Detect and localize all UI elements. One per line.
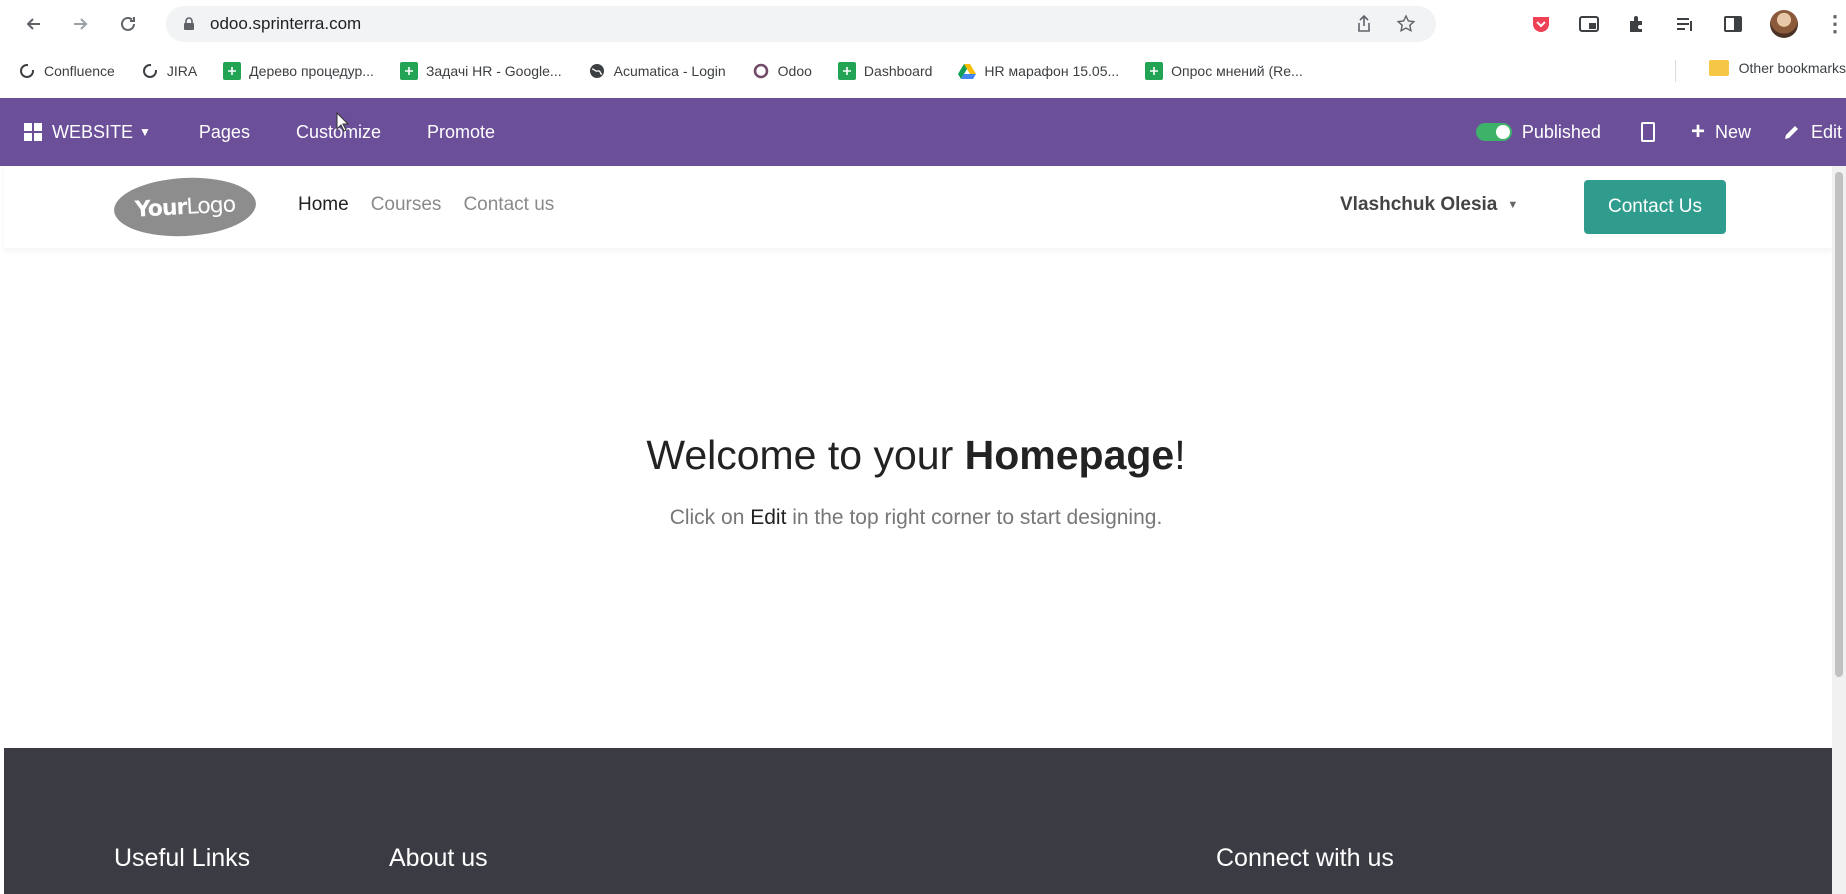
- confluence-icon: [18, 62, 36, 80]
- drive-icon: [958, 62, 977, 80]
- sheets-icon: [1145, 62, 1164, 80]
- published-toggle[interactable]: Published: [1475, 122, 1601, 143]
- odoo-admin-bar: WEBSITE ▼ Pages Customize Promote Publis…: [0, 98, 1846, 166]
- odoo-icon: [752, 62, 770, 80]
- other-bookmarks[interactable]: Other bookmarks: [1708, 60, 1846, 76]
- user-name: Vlashchuk Olesia: [1340, 194, 1498, 215]
- star-icon[interactable]: [1396, 14, 1416, 34]
- sheets-icon: [399, 62, 418, 80]
- contact-us-button[interactable]: Contact Us: [1584, 180, 1726, 234]
- bookmark-hr-marathon[interactable]: HR марафон 15.05...: [958, 62, 1119, 80]
- nav-contact-us[interactable]: Contact us: [463, 194, 554, 216]
- nav-courses[interactable]: Courses: [371, 194, 442, 216]
- site-logo[interactable]: Your Logo: [112, 174, 258, 240]
- bookmark-procedures-tree[interactable]: Дерево процедур...: [223, 62, 374, 80]
- website-app-menu[interactable]: WEBSITE ▼: [0, 122, 151, 143]
- kebab-menu-icon[interactable]: ⋮: [1824, 11, 1846, 37]
- footer-connect-with-us: Connect with us: [1216, 844, 1394, 872]
- plus-icon: +: [1690, 118, 1705, 145]
- mouse-cursor-icon: [336, 112, 350, 132]
- scrollbar-thumb[interactable]: [1835, 172, 1843, 677]
- site-header: Your Logo Home Courses Contact us Vlashch…: [4, 166, 1832, 248]
- jira-icon: [141, 62, 159, 80]
- footer-useful-links: Useful Links: [114, 844, 251, 872]
- side-panel-icon[interactable]: [1722, 13, 1744, 35]
- profile-avatar[interactable]: [1770, 10, 1798, 38]
- back-button[interactable]: [16, 6, 52, 42]
- bookmark-acumatica[interactable]: Acumatica - Login: [588, 62, 726, 80]
- share-icon[interactable]: [1354, 14, 1374, 34]
- user-menu[interactable]: Vlashchuk Olesia ▼: [1340, 194, 1518, 216]
- bookmarks-bar: Confluence JIRA Дерево процедур... Задач…: [0, 48, 1846, 94]
- arrow-right-icon: [74, 18, 88, 30]
- bookmark-jira[interactable]: JIRA: [141, 62, 197, 80]
- bookmark-confluence[interactable]: Confluence: [18, 62, 115, 80]
- reload-button[interactable]: [110, 6, 146, 42]
- reload-icon: [121, 16, 135, 31]
- bookmark-opinion-survey[interactable]: Опрос мнений (Re...: [1145, 62, 1303, 80]
- pencil-icon: [1784, 126, 1798, 139]
- mobile-preview-button[interactable]: [1601, 122, 1691, 142]
- site-nav: Home Courses Contact us: [298, 194, 554, 216]
- puzzle-icon[interactable]: [1626, 13, 1648, 35]
- pocket-icon[interactable]: [1530, 13, 1552, 35]
- bookmark-dashboard[interactable]: Dashboard: [837, 62, 932, 80]
- sheets-icon: [837, 62, 856, 80]
- picture-in-picture-icon[interactable]: [1578, 13, 1600, 35]
- bookmark-odoo[interactable]: Odoo: [752, 62, 812, 80]
- caret-down-icon: ▼: [1507, 199, 1519, 211]
- menu-pages[interactable]: Pages: [199, 122, 250, 143]
- new-button[interactable]: + New: [1691, 118, 1751, 146]
- footer-about-us: About us: [389, 844, 488, 872]
- bookmarks-separator: [1675, 60, 1676, 82]
- toggle-switch[interactable]: [1475, 123, 1512, 141]
- extensions-area: ⋮: [1530, 10, 1846, 38]
- browser-toolbar: odoo.sprinterra.com ⋮: [0, 0, 1846, 48]
- menu-promote[interactable]: Promote: [427, 122, 495, 143]
- globe-icon: [588, 62, 606, 80]
- nav-home[interactable]: Home: [298, 194, 349, 216]
- hero-subtitle: Click on Edit in the top right corner to…: [669, 506, 1163, 529]
- site-footer: Useful Links About us Connect with us: [4, 748, 1832, 894]
- edit-button[interactable]: Edit: [1783, 122, 1842, 143]
- url-text: odoo.sprinterra.com: [210, 14, 362, 33]
- forward-button[interactable]: [62, 6, 98, 42]
- reading-list-icon[interactable]: [1674, 13, 1696, 35]
- hero-title: Welcome to your Homepage!: [646, 432, 1186, 478]
- caret-down-icon: ▼: [139, 125, 151, 139]
- folder-icon: [1708, 60, 1729, 76]
- apps-grid-icon: [24, 123, 42, 141]
- arrow-left-icon: [26, 18, 40, 30]
- mobile-icon: [1640, 122, 1655, 142]
- bookmark-hr-tasks[interactable]: Задачі HR - Google...: [399, 62, 562, 80]
- lock-icon: [184, 17, 194, 30]
- sheets-icon: [223, 62, 242, 80]
- address-bar[interactable]: odoo.sprinterra.com: [166, 6, 1436, 42]
